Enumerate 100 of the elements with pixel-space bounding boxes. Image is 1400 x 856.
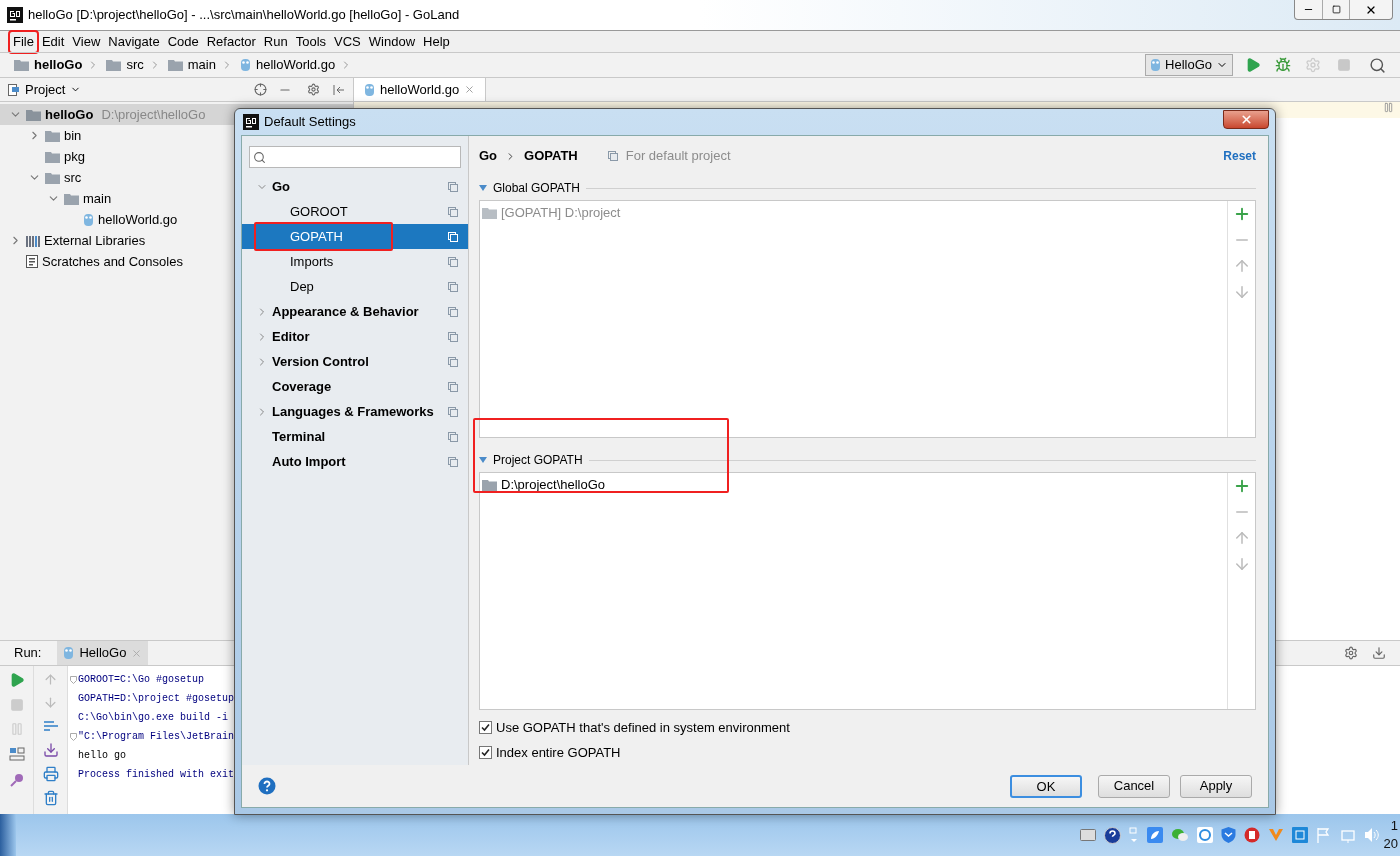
- round-app-icon[interactable]: [1243, 827, 1260, 843]
- gopher-file-icon: [239, 58, 251, 72]
- menu-item[interactable]: Edit: [38, 31, 68, 52]
- print-icon[interactable]: [42, 766, 59, 782]
- settings-tree-item[interactable]: Imports: [242, 249, 468, 274]
- trash-icon[interactable]: [42, 790, 59, 806]
- reset-link[interactable]: Reset: [1223, 147, 1256, 165]
- menu-item[interactable]: Refactor: [203, 31, 259, 52]
- settings-tree-item[interactable]: GOROOT: [242, 199, 468, 224]
- run-config-dropdown[interactable]: HelloGo: [1145, 54, 1233, 76]
- close-button[interactable]: [1223, 109, 1269, 129]
- settings-icon[interactable]: [307, 83, 320, 96]
- chat-bubbles-icon[interactable]: [1170, 827, 1189, 843]
- gopath-entry[interactable]: D:\project\helloGo: [480, 476, 1227, 494]
- settings-tree-item[interactable]: Editor: [242, 324, 468, 349]
- settings-search-field[interactable]: [249, 146, 461, 168]
- clock-text: 20: [1383, 835, 1398, 853]
- section-triangle-icon[interactable]: [479, 185, 487, 191]
- settings-tree-item[interactable]: Terminal: [242, 424, 468, 449]
- settings-tree-item[interactable]: Version Control: [242, 349, 468, 374]
- close-icon: [1239, 112, 1253, 126]
- checkbox[interactable]: [479, 746, 492, 759]
- menu-item[interactable]: Help: [420, 31, 453, 52]
- stop-icon[interactable]: [1337, 58, 1351, 72]
- search-icon[interactable]: [1369, 56, 1386, 74]
- project-view-dropdown[interactable]: Project: [8, 79, 82, 100]
- breadcrumb-item[interactable]: src: [106, 55, 164, 75]
- dialog-logo-icon: [243, 114, 259, 130]
- locate-icon[interactable]: [254, 83, 267, 96]
- folder-icon: [45, 171, 60, 184]
- expand-tray-icon[interactable]: [1128, 827, 1139, 843]
- folder-icon: [106, 59, 122, 71]
- menu-item[interactable]: Tools: [292, 31, 330, 52]
- copy-icon: [448, 456, 458, 467]
- help-icon[interactable]: [258, 777, 276, 795]
- breadcrumb-item[interactable]: main: [167, 55, 236, 75]
- section-triangle-icon[interactable]: [479, 457, 487, 463]
- section-title: Global GOPATH: [493, 180, 580, 197]
- breadcrumb-item[interactable]: helloWorld.go: [239, 55, 356, 75]
- tree-item-label: External Libraries: [44, 231, 146, 250]
- breadcrumb-item[interactable]: helloGo: [14, 55, 103, 75]
- run-icon[interactable]: [1245, 57, 1261, 73]
- settings-tree-item[interactable]: GOPATH: [242, 224, 468, 249]
- layout-icon[interactable]: [8, 746, 25, 762]
- menu-item[interactable]: Run: [260, 31, 291, 52]
- square-app-icon[interactable]: [1291, 827, 1308, 843]
- gopath-entry[interactable]: [GOPATH] D:\project: [480, 204, 1227, 222]
- editor-tab[interactable]: helloWorld.go: [354, 78, 487, 101]
- folder-icon: [64, 192, 79, 205]
- menu-item[interactable]: File: [10, 31, 37, 52]
- copy-icon: [448, 281, 458, 292]
- folder-icon: [45, 129, 60, 142]
- hide-icon[interactable]: [1372, 646, 1386, 660]
- settings-tree-item[interactable]: Go: [242, 174, 468, 199]
- settings-tree-item[interactable]: Appearance & Behavior: [242, 299, 468, 324]
- folder-icon: [45, 150, 60, 163]
- menu-item[interactable]: VCS: [331, 31, 364, 52]
- copy-icon: [607, 151, 618, 161]
- scroll-to-end-icon[interactable]: [42, 742, 59, 758]
- run-tab[interactable]: HelloGo: [57, 641, 149, 665]
- app-logo-icon: [7, 7, 23, 23]
- menu-item[interactable]: Window: [365, 31, 419, 52]
- menu-item[interactable]: Code: [164, 31, 202, 52]
- dialog-button[interactable]: Cancel: [1098, 774, 1170, 798]
- settings-tree-item[interactable]: Coverage: [242, 374, 468, 399]
- v-shape-app-icon[interactable]: [1267, 827, 1284, 843]
- close-tab-icon[interactable]: [464, 84, 476, 95]
- debug-icon[interactable]: [1275, 57, 1291, 73]
- down-arrow-icon[interactable]: [43, 695, 58, 710]
- dialog-button[interactable]: OK: [1010, 774, 1082, 798]
- pin-icon[interactable]: [8, 772, 25, 788]
- clock-text: 1: [1390, 817, 1398, 835]
- project-tree-item[interactable]: pkg: [0, 146, 353, 167]
- help-icon[interactable]: [1103, 826, 1121, 844]
- taskbar-start-edge[interactable]: [0, 814, 16, 856]
- soft-wrap-icon[interactable]: [42, 718, 59, 734]
- circle-app-icon[interactable]: [1196, 827, 1213, 843]
- settings-tree-item[interactable]: Auto Import: [242, 449, 468, 474]
- folder-icon: [14, 59, 29, 71]
- network-icon[interactable]: [1339, 827, 1356, 843]
- shield-icon[interactable]: [1220, 827, 1236, 843]
- keyboard-icon[interactable]: [1079, 829, 1096, 841]
- menu-item[interactable]: Navigate: [105, 31, 163, 52]
- settings-tree-item[interactable]: Dep: [242, 274, 468, 299]
- scratches-icon: [26, 255, 38, 268]
- dialog-button[interactable]: Apply: [1180, 774, 1252, 798]
- settings-icon[interactable]: [1344, 646, 1358, 660]
- close-tab-icon[interactable]: [131, 647, 143, 659]
- feather-app-icon[interactable]: [1146, 827, 1163, 843]
- fold-marker-icon[interactable]: [70, 732, 77, 741]
- settings-tree-item[interactable]: Languages & Frameworks: [242, 399, 468, 424]
- checkbox[interactable]: [479, 721, 492, 734]
- menu-item[interactable]: View: [69, 31, 104, 52]
- flag-icon[interactable]: [1315, 827, 1332, 843]
- speaker-icon[interactable]: [1363, 827, 1380, 843]
- folder-icon: [482, 207, 497, 219]
- hide-panel-icon[interactable]: [333, 83, 345, 96]
- checkmark-icon: [481, 723, 490, 732]
- fold-marker-icon[interactable]: [70, 675, 77, 684]
- console-line: GOROOT=C:\Go #gosetup: [78, 673, 205, 687]
